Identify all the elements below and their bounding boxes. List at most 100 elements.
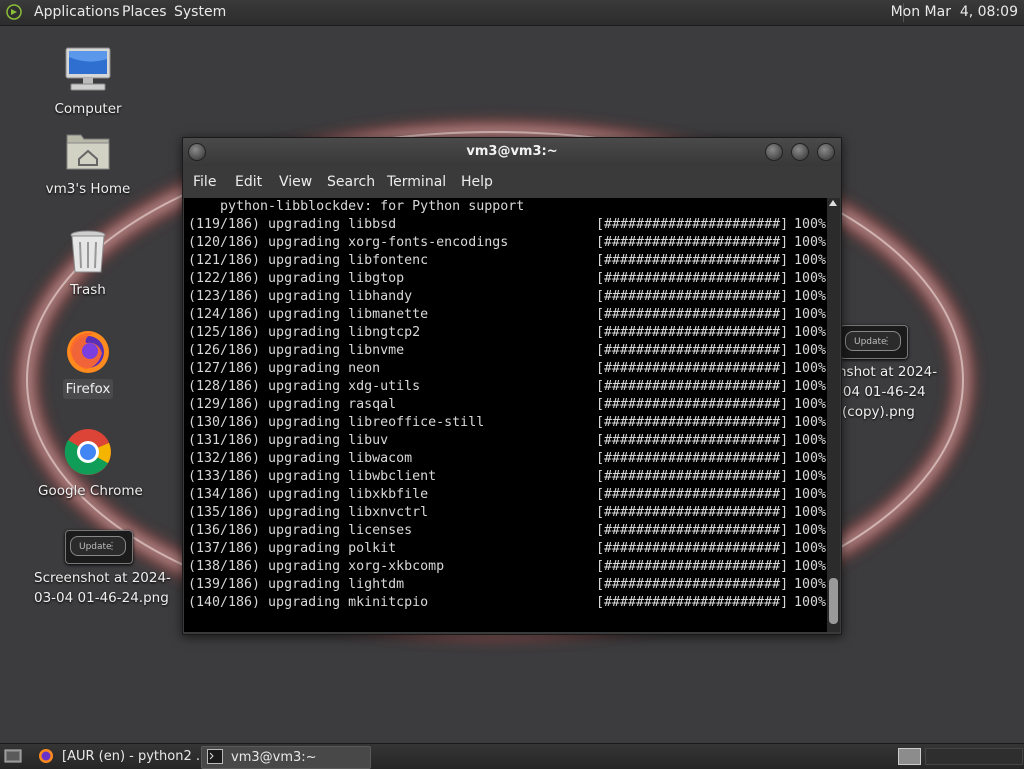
terminal-line: (129/186) upgrading rasqal [#############… [188, 396, 827, 414]
progress-percent: 100% [794, 235, 827, 250]
desktop-icon-label: vm3's Home [45, 181, 131, 197]
chrome-icon [64, 429, 111, 475]
progress-bar-text: [######################] [596, 577, 789, 592]
taskbar-item-label: vm3@vm3:~ [231, 750, 317, 765]
terminal-line: (120/186) upgrading xorg-fonts-encodings… [188, 234, 827, 252]
progress-bar-text: [######################] [596, 559, 789, 574]
scrollbar-thumb[interactable] [829, 578, 838, 624]
progress-percent: 100% [794, 217, 827, 232]
clock[interactable]: Mon Mar 4, 08:09 [891, 4, 1018, 21]
places-menu[interactable]: Places [122, 4, 167, 21]
applications-menu[interactable]: Applications [34, 4, 120, 21]
package-status: (129/186) upgrading rasqal [188, 397, 397, 412]
terminal-line: (140/186) upgrading mkinitcpio [#########… [188, 594, 827, 612]
package-status: (125/186) upgrading libngtcp2 [188, 325, 421, 340]
trash-icon [70, 230, 106, 273]
desktop-icon-chrome[interactable]: Google Chrome [38, 427, 143, 501]
menu-view[interactable]: View [279, 174, 312, 190]
desktop-icon-firefox[interactable]: Firefox [38, 327, 138, 399]
desktop-icon-label: (copy).png [842, 404, 915, 420]
terminal-line: (132/186) upgrading libwacom [###########… [188, 450, 827, 468]
package-status: (131/186) upgrading libuv [188, 433, 389, 448]
progress-bar-text: [######################] [596, 433, 789, 448]
desktop-icon-label: Computer [54, 101, 122, 117]
desktop-icon-computer[interactable]: Computer [38, 45, 138, 119]
desktop-icon-screenshot-copy[interactable]: Update ⋮ nshot at 2024- -04 01-46-24 (cop… [838, 325, 938, 422]
package-status: (135/186) upgrading libxnvctrl [188, 505, 429, 520]
progress-percent: 100% [794, 415, 827, 430]
desktop-icon-trash[interactable]: Trash [38, 228, 138, 300]
progress-percent: 100% [794, 361, 827, 376]
workspace-1[interactable] [898, 748, 921, 765]
menu-edit[interactable]: Edit [235, 174, 262, 190]
minimize-button[interactable] [765, 143, 783, 161]
progress-bar-text: [######################] [596, 307, 789, 322]
progress-percent: 100% [794, 325, 827, 340]
progress-percent: 100% [794, 523, 827, 538]
taskbar-item-firefox[interactable]: [AUR (en) - python2 ... [34, 746, 208, 767]
top-panel: Applications Places System Mon Mar 4, 08… [0, 0, 1024, 26]
progress-bar-text: [######################] [596, 541, 789, 556]
firefox-icon [39, 749, 53, 763]
terminal-line: (126/186) upgrading libnvme [############… [188, 342, 827, 360]
progress-percent: 100% [794, 289, 827, 304]
progress-percent: 100% [794, 343, 827, 358]
scroll-up-arrow-icon[interactable] [829, 200, 837, 206]
package-status: (140/186) upgrading mkinitcpio [188, 595, 429, 610]
terminal-line: (138/186) upgrading xorg-xkbcomp [#######… [188, 558, 827, 576]
progress-bar-text: [######################] [596, 235, 789, 250]
progress-bar-text: [######################] [596, 289, 789, 304]
terminal-line: (131/186) upgrading libuv [##############… [188, 432, 827, 450]
progress-bar-text: [######################] [596, 451, 789, 466]
desktop-icon-label: 03-04 01-46-24.png [34, 590, 169, 606]
mate-logo-icon[interactable] [6, 4, 22, 20]
desktop-icon-home[interactable]: vm3's Home [38, 127, 138, 199]
terminal-line: (130/186) upgrading libreoffice-still [##… [188, 414, 827, 432]
progress-percent: 100% [794, 577, 827, 592]
taskbar-item-terminal[interactable]: vm3@vm3:~ [201, 746, 371, 769]
bottom-panel: [AUR (en) - python2 ... vm3@vm3:~ [0, 743, 1024, 769]
package-status: (136/186) upgrading licenses [188, 523, 413, 538]
progress-percent: 100% [794, 451, 827, 466]
terminal-line: (123/186) upgrading libhandy [###########… [188, 288, 827, 306]
system-menu[interactable]: System [174, 4, 226, 21]
terminal-line: (139/186) upgrading lightdm [############… [188, 576, 827, 594]
progress-percent: 100% [794, 595, 827, 610]
desktop-icon-label: Trash [70, 282, 106, 298]
menu-search[interactable]: Search [327, 174, 375, 190]
terminal-icon [207, 749, 223, 764]
home-folder-icon [66, 134, 110, 170]
progress-percent: 100% [794, 253, 827, 268]
package-status: (139/186) upgrading lightdm [188, 577, 405, 592]
window-titlebar[interactable]: vm3@vm3:~ [183, 138, 841, 166]
progress-bar-text: [######################] [596, 379, 789, 394]
terminal-output[interactable]: python-libblockdev: for Python support (… [184, 198, 827, 632]
progress-percent: 100% [794, 307, 827, 322]
firefox-icon [67, 331, 109, 373]
terminal-line: (119/186) upgrading libbsd [#############… [188, 216, 827, 234]
taskbar-item-label: [AUR (en) - python2 ... [62, 749, 209, 764]
progress-percent: 100% [794, 469, 827, 484]
maximize-button[interactable] [791, 143, 809, 161]
terminal-line: (135/186) upgrading libxnvctrl [#########… [188, 504, 827, 522]
close-button[interactable] [817, 143, 835, 161]
workspace-switcher[interactable] [925, 748, 1023, 765]
desktop-icon-label: nshot at 2024- [838, 364, 938, 380]
terminal-line: python-libblockdev: for Python support [188, 199, 525, 214]
progress-bar-text: [######################] [596, 325, 789, 340]
package-status: (128/186) upgrading xdg-utils [188, 379, 421, 394]
menu-file[interactable]: File [193, 174, 216, 190]
image-thumbnail: Update ⋮ [65, 530, 133, 564]
menu-terminal[interactable]: Terminal [387, 174, 446, 190]
terminal-line: (137/186) upgrading polkit [#############… [188, 540, 827, 558]
terminal-scrollbar[interactable] [827, 198, 840, 632]
progress-bar-text: [######################] [596, 595, 789, 610]
progress-bar-text: [######################] [596, 271, 789, 286]
package-status: (121/186) upgrading libfontenc [188, 253, 429, 268]
menu-help[interactable]: Help [461, 174, 493, 190]
terminal-window[interactable]: vm3@vm3:~ File Edit View Search Terminal… [182, 137, 842, 635]
desktop-icon-screenshot[interactable]: Update ⋮ Screenshot at 2024- 03-04 01-46-… [34, 530, 171, 608]
progress-bar-text: [######################] [596, 523, 789, 538]
show-desktop-icon[interactable] [4, 748, 22, 764]
terminal-line: (124/186) upgrading libmanette [#########… [188, 306, 827, 324]
